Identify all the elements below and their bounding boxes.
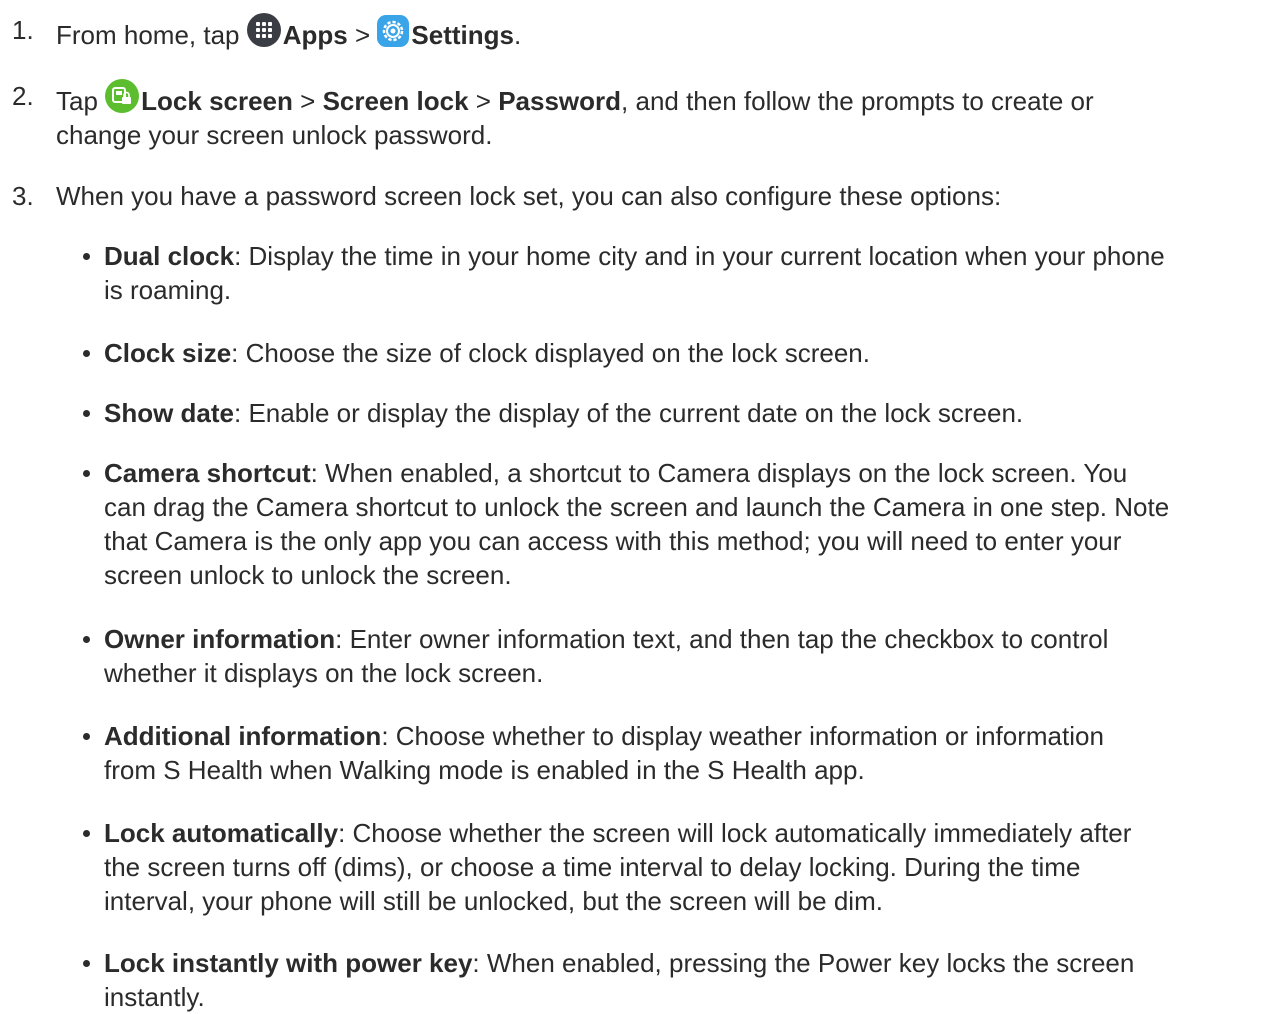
option-desc: : Enter owner information text, and then… <box>335 624 1109 654</box>
option-text: Owner information: Enter owner informati… <box>104 622 1253 690</box>
option-line: the screen turns off (dims), or choose a… <box>104 852 1081 882</box>
lock-screen-icon <box>105 79 140 113</box>
step-line-2: change your screen unlock password. <box>56 120 493 150</box>
option-line: instantly. <box>104 982 205 1012</box>
option-term: Camera shortcut <box>104 458 311 488</box>
apps-label: Apps <box>282 20 348 50</box>
step-number: 3. <box>12 181 34 211</box>
bullet-dot <box>83 350 90 357</box>
option-text: Show date: Enable or display the display… <box>104 396 1253 430</box>
option-line: Lock automatically: Choose whether the s… <box>104 816 1253 850</box>
step-rest: , and then follow the prompts to create … <box>621 86 1094 116</box>
option-term: Lock automatically <box>104 818 339 848</box>
option-text: Lock instantly with power key: When enab… <box>104 946 1253 1014</box>
option-desc: : Choose the size of clock displayed on … <box>231 338 870 368</box>
option-line: Clock size: Choose the size of clock dis… <box>104 336 1253 370</box>
option-line: is roaming. <box>104 275 232 305</box>
screen-lock-label: Screen lock <box>322 86 469 116</box>
option-term: Owner information <box>104 624 336 654</box>
lock-screen-label: Lock screen <box>141 86 293 116</box>
bullet-dot <box>83 733 90 740</box>
option-line: screen unlock to unlock the screen. <box>104 560 512 590</box>
bullet-dot <box>83 253 90 260</box>
separator: > <box>354 20 371 50</box>
bullet-dot <box>83 410 90 417</box>
option-desc: : Display the time in your home city and… <box>234 241 1165 271</box>
option-line: Owner information: Enter owner informati… <box>104 622 1253 656</box>
option-term: Additional information <box>104 721 382 751</box>
option-line: interval, your phone will still be unloc… <box>104 886 883 916</box>
settings-label: Settings <box>411 20 514 50</box>
option-desc: : Choose whether the screen will lock au… <box>338 818 1132 848</box>
option-term: Lock instantly with power key <box>104 948 473 978</box>
period: . <box>513 20 522 50</box>
step-text: When you have a password screen lock set… <box>56 181 1002 211</box>
step-number: 1. <box>12 15 34 45</box>
apps-grid-icon <box>246 13 281 47</box>
option-text: Lock automatically: Choose whether the s… <box>104 816 1253 918</box>
option-desc: : Choose whether to display weather info… <box>381 721 1104 751</box>
option-text: Clock size: Choose the size of clock dis… <box>104 336 1253 370</box>
bullet-dot <box>83 470 90 477</box>
settings-gear-icon <box>377 15 410 47</box>
option-term: Dual clock <box>104 241 235 271</box>
option-text: Camera shortcut: When enabled, a shortcu… <box>104 456 1253 592</box>
step-prefix: From home, tap <box>56 20 240 50</box>
option-line: can drag the Camera shortcut to unlock t… <box>104 492 1170 522</box>
option-desc: : When enabled, a shortcut to Camera dis… <box>310 458 1128 488</box>
option-desc: : When enabled, pressing the Power key l… <box>472 948 1135 978</box>
option-term: Clock size <box>104 338 232 368</box>
separator: > <box>475 86 491 116</box>
option-line: that Camera is the only app you can acce… <box>104 526 1122 556</box>
step-text: Tap Lock screen > Screen lock > Password… <box>56 79 1241 152</box>
password-label: Password <box>498 86 622 116</box>
step-text: From home, tap Apps > Settings. <box>56 13 1241 52</box>
option-text: Additional information: Choose whether t… <box>104 719 1253 787</box>
step-prefix: Tap <box>56 86 98 116</box>
option-line: Dual clock: Display the time in your hom… <box>104 239 1253 273</box>
bullet-dot <box>83 830 90 837</box>
option-term: Show date <box>104 398 235 428</box>
option-line: Lock instantly with power key: When enab… <box>104 946 1253 980</box>
step-line-1: Tap Lock screen > Screen lock > Password… <box>56 79 1241 118</box>
separator: > <box>300 86 316 116</box>
bullet-dot <box>83 636 90 643</box>
option-desc: : Enable or display the display of the c… <box>234 398 1024 428</box>
option-line: Show date: Enable or display the display… <box>104 396 1253 430</box>
option-text: Dual clock: Display the time in your hom… <box>104 239 1253 307</box>
option-line: Additional information: Choose whether t… <box>104 719 1253 753</box>
instructions-page: 1. From home, tap Apps > Settings. 2. Ta… <box>0 0 1261 1014</box>
option-line: whether it displays on the lock screen. <box>104 658 544 688</box>
bullet-dot <box>83 960 90 967</box>
option-line: Camera shortcut: When enabled, a shortcu… <box>104 456 1253 490</box>
option-line: from S Health when Walking mode is enabl… <box>104 755 865 785</box>
step-number: 2. <box>12 81 34 111</box>
